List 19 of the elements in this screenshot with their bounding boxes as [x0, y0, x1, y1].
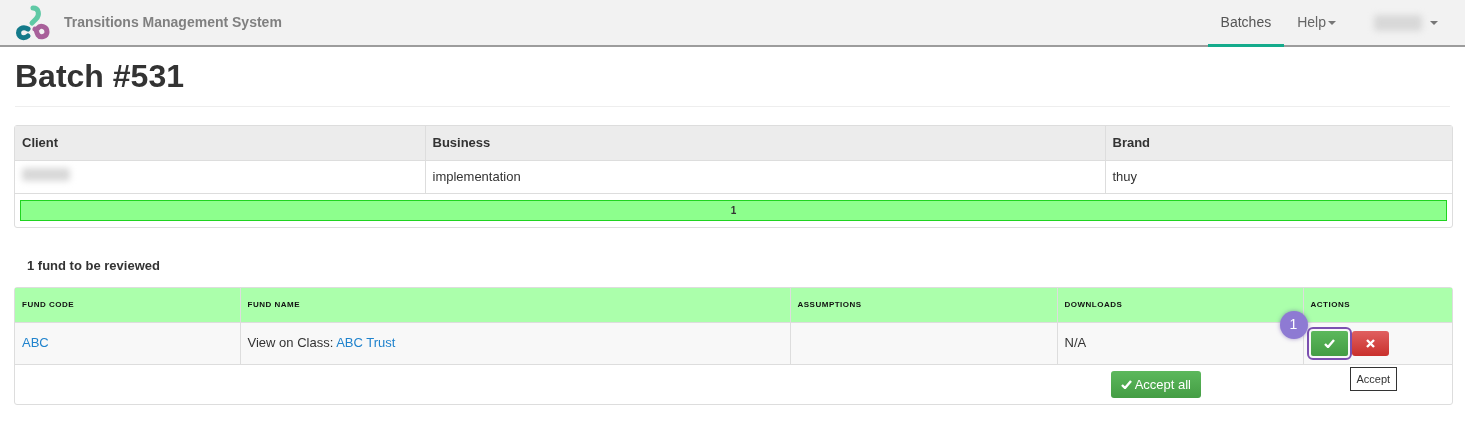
column-header: Client	[15, 126, 425, 161]
table-cell: implementation	[425, 160, 1105, 194]
column-header: FUND NAME	[240, 288, 790, 323]
app-title: Transitions Management System	[64, 13, 282, 32]
progress-fill: 1	[21, 200, 1446, 220]
help-menu[interactable]: Help	[1284, 1, 1349, 47]
column-header: Business	[425, 126, 1105, 161]
tooltip: Accept	[1349, 366, 1398, 392]
column-header: ASSUMPTIONS	[790, 288, 1057, 323]
accept-all-button[interactable]: Accept all	[1110, 370, 1201, 399]
nav-tab[interactable]: Batches	[1207, 1, 1285, 47]
fund-code-link[interactable]: ABC	[22, 335, 49, 351]
section-heading: 1 fund to be reviewed	[27, 256, 161, 275]
page-title: Batch #531	[15, 59, 1450, 108]
column-header: Brand	[1105, 126, 1452, 161]
column-header: FUND CODE	[15, 288, 240, 323]
column-header: ACTIONS	[1303, 288, 1452, 323]
fund-name-label: View on Class:	[247, 335, 335, 351]
fund-name-link[interactable]: ABC Trust	[336, 335, 396, 351]
